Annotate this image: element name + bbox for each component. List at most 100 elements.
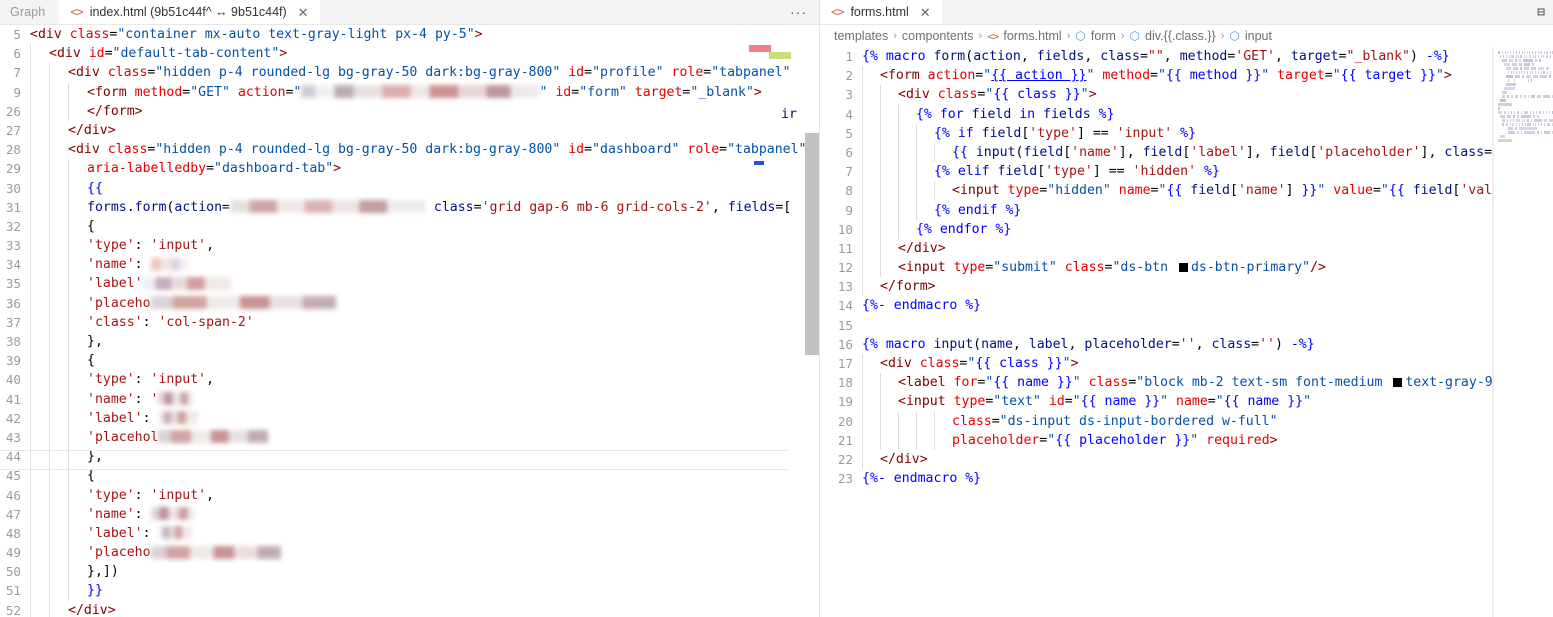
code-token <box>1168 394 1176 409</box>
code-line: 8<input type="hidden" name="{{ field['na… <box>820 181 1500 200</box>
left-vertical-scrollbar[interactable] <box>805 25 819 617</box>
indent-guide <box>30 351 49 370</box>
code-line-text: </div> <box>30 121 116 140</box>
tab-forms-html[interactable]: <> forms.html ✕ <box>820 0 943 24</box>
code-token: id <box>89 46 105 61</box>
code-line: 31forms.form(action= class='grid gap-6 m… <box>0 198 807 217</box>
code-token: ], <box>1246 145 1270 160</box>
indent-guide <box>49 313 68 332</box>
code-token: > <box>1089 87 1097 102</box>
minimap-segment <box>1512 63 1517 66</box>
code-line: 39{ <box>0 351 807 370</box>
line-number: 31 <box>0 198 30 217</box>
line-number: 49 <box>0 543 30 562</box>
minimap-segment <box>1543 71 1545 74</box>
indent-guide <box>49 390 68 409</box>
code-token: =[ <box>775 200 791 215</box>
breadcrumb-item-5[interactable]: ⬡div.{{.class.}} <box>1130 29 1216 43</box>
line-number: 52 <box>0 601 30 617</box>
breadcrumb-item-3[interactable]: <>forms.html <box>987 29 1062 43</box>
code-file-icon: <> <box>70 6 82 18</box>
code-token: class <box>938 87 978 102</box>
code-token: "profile" <box>592 65 663 80</box>
code-line: 22</div> <box>820 450 1500 469</box>
indent-guide <box>862 201 880 220</box>
minimap-segment <box>1535 123 1536 126</box>
code-token: {{ name }} <box>1081 394 1160 409</box>
indent-guide <box>68 543 87 562</box>
indent-guide <box>880 105 898 124</box>
code-token: " <box>1073 375 1081 390</box>
minimap-segment <box>1533 115 1535 118</box>
split-editor-button[interactable]: ⊟ <box>1529 0 1553 24</box>
code-token: " <box>1216 394 1224 409</box>
code-token: ( <box>965 49 973 64</box>
code-token: {{ method }} <box>1166 68 1261 83</box>
line-number: 38 <box>0 332 30 351</box>
code-token: 'type' <box>87 372 135 387</box>
code-token: role <box>672 65 704 80</box>
code-token: : <box>143 526 159 541</box>
minimap-segment <box>1507 119 1508 122</box>
minimap-segment <box>1527 71 1528 74</box>
breadcrumb-item-6[interactable]: ⬡input <box>1229 29 1272 43</box>
code-token: 'input' <box>151 372 207 387</box>
indent-guide <box>862 162 880 181</box>
code-token: }} <box>1301 183 1317 198</box>
code-token: > <box>475 27 483 42</box>
minimap-segment <box>1502 123 1504 126</box>
right-code-lines: 1{% macro form(action, fields, class="",… <box>820 47 1500 488</box>
indent-guide <box>862 258 880 277</box>
minimap-segment <box>1524 95 1526 98</box>
indent-guide <box>30 524 49 543</box>
minimap-segment <box>1529 51 1530 54</box>
code-line-text: placeholder="{{ placeholder }}" required… <box>862 431 1278 450</box>
minimap-segment <box>1537 131 1538 134</box>
code-line-text: </form> <box>862 277 936 296</box>
code-line: 9{% endif %} <box>820 201 1500 220</box>
code-icon: <> <box>987 30 998 43</box>
scrollbar-thumb[interactable] <box>805 133 819 355</box>
code-token: name <box>981 337 1013 352</box>
redacted-text <box>230 200 426 213</box>
line-number: 23 <box>820 469 862 488</box>
indent-guide <box>68 313 87 332</box>
minimap[interactable] <box>1493 47 1553 617</box>
code-line-text: {% macro form(action, fields, class="", … <box>862 47 1450 66</box>
graph-tab[interactable]: Graph <box>0 0 59 24</box>
more-actions-button[interactable]: ··· <box>778 0 819 24</box>
close-icon[interactable]: ✕ <box>918 6 933 19</box>
code-line-text: {% elif field['type'] == 'hidden' %} <box>862 162 1220 181</box>
line-number: 50 <box>0 562 30 581</box>
minimap-segment <box>1515 75 1520 78</box>
code-token: action <box>238 85 286 100</box>
code-token: = <box>1251 337 1259 352</box>
indent-guide <box>49 351 68 370</box>
minimap-segment <box>1521 71 1522 74</box>
tab-index-html[interactable]: <> index.html (9b51c44f^ ↔ 9b51c44f) ✕ <box>59 0 320 24</box>
left-code-editor[interactable]: 5<div class="container mx-auto text-gray… <box>0 25 819 617</box>
indent-guide <box>916 124 934 143</box>
line-number: 35 <box>0 274 30 293</box>
code-line: 5<div class="container mx-auto text-gray… <box>0 25 807 44</box>
code-token: for <box>954 375 978 390</box>
breadcrumb-item-1[interactable]: templates <box>834 29 888 43</box>
indent-guide <box>30 255 49 274</box>
code-line: 47'name': <box>0 505 807 524</box>
code-token: 'placehol <box>87 430 158 445</box>
code-line: 3<div class="{{ class }}"> <box>820 85 1500 104</box>
code-token: {%- endmacro %} <box>862 471 981 486</box>
minimap-line <box>1500 99 1553 102</box>
code-token: <div <box>68 142 108 157</box>
minimap-segment <box>1535 51 1536 54</box>
breadcrumb-item-2[interactable]: compontents <box>902 29 974 43</box>
right-code-editor[interactable]: 1{% macro form(action, fields, class="",… <box>820 47 1553 617</box>
indent-guide <box>30 236 49 255</box>
indent-guide <box>916 181 934 200</box>
breadcrumb-item-4[interactable]: ⬡form <box>1075 29 1115 43</box>
code-token: "form" <box>579 85 627 100</box>
code-token <box>664 65 672 80</box>
indent-guide <box>30 601 49 617</box>
minimap-segment <box>1522 123 1523 126</box>
close-icon[interactable]: ✕ <box>296 6 311 19</box>
